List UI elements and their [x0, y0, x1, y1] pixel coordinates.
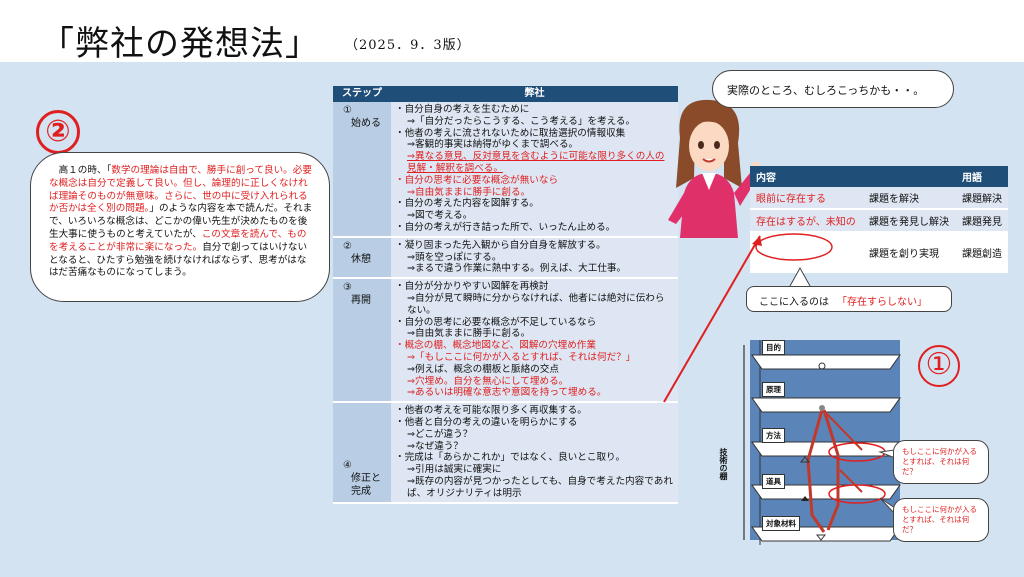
step-cell: ① 始める	[333, 102, 391, 238]
shelf-board	[751, 441, 901, 457]
step-number: ①	[343, 105, 352, 116]
step-line: ⇒あるいは明確な意志や意図を持って埋める。	[407, 387, 607, 399]
step-body: ・他者の考えを可能な限り多く再収集する。 ・他者と自分の考えの違いを明らかにする ⇒…	[391, 402, 678, 504]
speech-bubble-mid: ここに入るのは 「存在すらしない」	[746, 286, 952, 312]
step-line: ⇒異なる意見、反対意見を含むように可能な限り多くの人の見解・解釈を調べる。	[407, 151, 665, 174]
table-row: ③ 再開 ・自分が分かりやすい図解を再検討 ⇒自分が見て瞬時に分からなければ、他者には…	[333, 278, 678, 404]
step-body: ・凝り固まった先入観から自分自身を解放する。 ⇒頭を空っぽにする。 ⇒まるで違う作業…	[391, 236, 678, 280]
question-bubble-1: もしここに何かが入るとすれば、それは何だ？	[893, 440, 989, 484]
step-line: ⇒なぜ違う？	[407, 440, 464, 452]
concept-term: 課題創造	[956, 232, 1008, 273]
connector-line	[663, 235, 761, 403]
step-number: ②	[343, 240, 352, 252]
step-line: ・他者の考えを可能な限り多く再収集する。	[395, 405, 587, 417]
table-header-step: ステップ	[333, 86, 391, 102]
page-title: 「弊社の発想法」	[40, 24, 320, 64]
section-number-2: ②	[36, 110, 80, 154]
shelf-board	[751, 354, 901, 370]
step-name: 始める	[351, 118, 381, 129]
concept-row: 眼前に存在する 課題を解決 課題解決	[750, 187, 1008, 210]
step-line: ⇒自由気ままに勝手に創る。	[407, 186, 531, 198]
question-bubble-2: もしここに何かが入るとすれば、それは何だ？	[893, 498, 989, 542]
step-cell: ② 休憩	[333, 236, 391, 280]
step-line: ・自分の考えが行き詰った所で、いったん止める。	[395, 221, 616, 233]
concept-qualifier: 存在はするが、未知の	[750, 209, 863, 233]
step-number: ④	[343, 459, 352, 471]
story-text-part: 高１の時、「	[49, 165, 112, 176]
step-cell: ④ 修正と完成	[333, 402, 391, 504]
step-line: ⇒客観的事実は納得がゆくまで調べる。	[407, 139, 579, 151]
shelf-label: 道具	[762, 474, 785, 489]
step-line: ⇒穴埋め。自分を無心にして埋める。	[407, 375, 569, 387]
step-body: ・自分が分かりやすい図解を再検討 ⇒自分が見て瞬時に分からなければ、他者には絶対に…	[391, 278, 678, 404]
step-line: ⇒例えば、概念の棚板と脈絡の交点	[407, 363, 559, 375]
concept-term: 課題解決	[956, 187, 1008, 210]
step-line: ・自分の思考に必要な概念が無いなら	[395, 174, 559, 186]
side-label: 技術の棚	[719, 448, 728, 480]
step-line: ⇒まるで違う作業に熱中する。例えば、大工仕事。	[407, 263, 627, 275]
step-body: ・自分自身の考えを生むために ⇒「自分だったらこうする、こう考える」を考える。 ・他…	[391, 102, 678, 238]
concept-row: 課題を創り実現 課題創造	[750, 232, 1008, 273]
step-line: ⇒既存の内容が見つかったとしても、自身で考えた内容であれば、オリジナリティは明示	[407, 475, 673, 499]
concept-task: 課題を創り実現	[863, 232, 956, 273]
shelf-label: 目的	[762, 340, 785, 355]
step-line: ⇒「もしここに何かが入るとすれば、それは何だ？」	[407, 351, 636, 363]
concept-task: 課題を解決	[863, 187, 956, 210]
shelf-board	[751, 397, 901, 413]
step-line: ・自分の考えた内容を図解する。	[395, 198, 539, 210]
table-header-company: 弊社	[391, 86, 678, 102]
concept-qualifier: 眼前に存在する	[750, 187, 863, 210]
concept-task: 課題を発見し解決	[863, 209, 956, 233]
concept-header-content: 内容	[750, 166, 956, 187]
page-subtitle: （2025．9．3版）	[345, 38, 471, 53]
step-line: ・他者と自分の考えの違いを明らかにする	[395, 416, 578, 428]
concept-table: 内容 用語 眼前に存在する 課題を解決 課題解決 存在はするが、未知の 課題を発見し解決…	[750, 166, 1008, 273]
step-line: ・概念の棚、概念地図など、図解の穴埋め作業	[395, 340, 596, 352]
concept-term: 課題発見	[956, 209, 1008, 233]
step-line: ・凝り固まった先入観から自分自身を解放する。	[395, 239, 606, 251]
concept-header-term: 用語	[956, 166, 1008, 187]
mid-highlight: 「存在すらしない」	[837, 297, 927, 308]
step-line: ⇒「自分だったらこうする、こう考える」を考える。	[407, 115, 636, 127]
step-line: ⇒引用は誠実に確実に	[407, 464, 502, 476]
step-line: ・完成は「あらかこれか」ではなく、良いとこ取り。	[395, 452, 626, 464]
mid-prefix: ここに入るのは	[759, 297, 829, 308]
section-number-1: ①	[918, 345, 960, 387]
step-line: ・自分自身の考えを生むために	[395, 104, 530, 115]
step-name: 修正と完成	[351, 472, 381, 497]
table-row: ① 始める ・自分自身の考えを生むために ⇒「自分だったらこうする、こう考える」を考え…	[333, 102, 678, 238]
step-line: ・他者の考えに流されないために取捨選択の情報収集	[395, 127, 626, 139]
steps-table: ステップ 弊社 ① 始める ・自分自身の考えを生むために ⇒「自分だったらこうする、こ…	[333, 86, 678, 504]
step-line: ⇒頭を空っぽにする。	[407, 251, 502, 263]
step-name: 再開	[351, 295, 371, 307]
step-line: ・自分が分かりやすい図解を再検討	[395, 281, 549, 293]
woman-illustration	[668, 99, 760, 238]
step-number: ③	[343, 282, 352, 294]
shelf-label: 原理	[762, 382, 785, 397]
table-row: ② 休憩 ・凝り固まった先入観から自分自身を解放する。 ⇒頭を空っぽにする。 ⇒まるで違…	[333, 236, 678, 280]
step-line: ⇒自由気ままに勝手に創る。	[407, 328, 531, 340]
shelf-label: 方法	[762, 428, 785, 443]
concept-qualifier	[750, 232, 863, 273]
step-line: ・自分の思考に必要な概念が不足しているなら	[395, 316, 597, 328]
step-line: ⇒自分が見て瞬時に分からなければ、他者には絶対に伝わらない。	[407, 292, 665, 316]
table-row: ④ 修正と完成 ・他者の考えを可能な限り多く再収集する。 ・他者と自分の考えの違いを明…	[333, 402, 678, 504]
speech-bubble-top: 実際のところ、むしろこっちかも・・。	[712, 70, 954, 108]
shelf-label: 対象材料	[762, 516, 800, 531]
story-speech-bubble: 高１の時、「数学の理論は自由で、勝手に創って良い。必要な概念は自分で定義して良い…	[30, 152, 330, 302]
step-line: ⇒どこが違う？	[407, 428, 473, 440]
concept-row: 存在はするが、未知の 課題を発見し解決 課題発見	[750, 209, 1008, 233]
step-line: ⇒図で考える。	[407, 210, 473, 222]
step-name: 休憩	[351, 253, 371, 265]
step-cell: ③ 再開	[333, 278, 391, 404]
